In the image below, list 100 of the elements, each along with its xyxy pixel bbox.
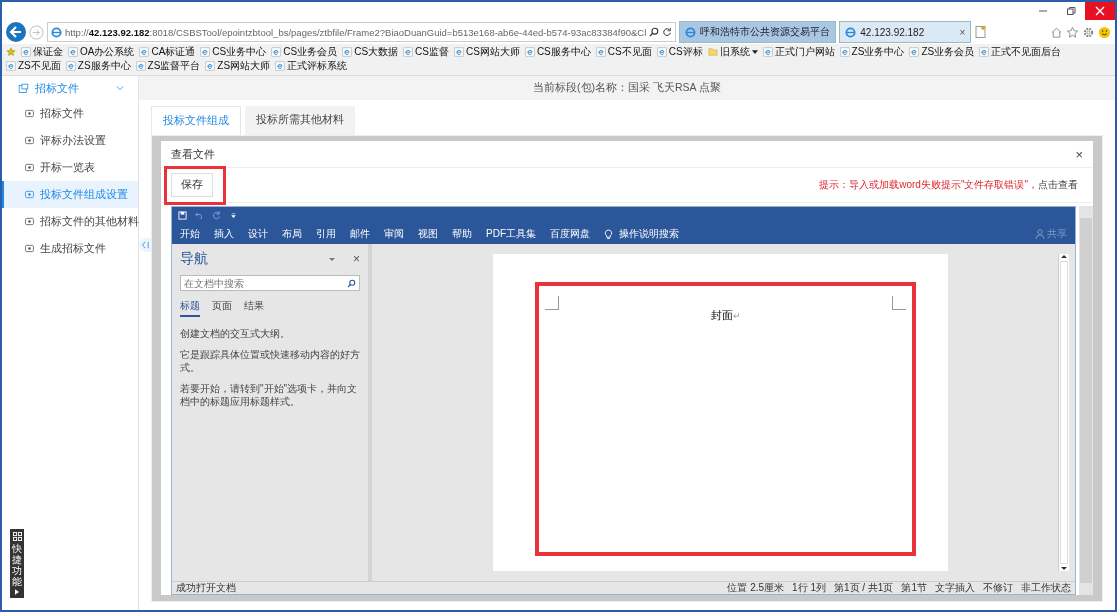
forward-icon[interactable] (29, 24, 44, 40)
dialog-scrollbar[interactable] (1079, 206, 1093, 595)
search-field[interactable]: 在文档中搜索 (180, 275, 360, 291)
bookmark-link[interactable]: 正式不见面后台 (979, 45, 1062, 59)
sidebar-item[interactable]: 招标文件的其他材料 (2, 208, 138, 235)
bookmark-link[interactable]: CS业务中心 (200, 45, 267, 59)
undo-icon[interactable] (195, 211, 204, 220)
quick-functions-tab[interactable]: 快捷功能 (10, 529, 24, 598)
ie-page-icon (135, 61, 146, 71)
bookmark-link[interactable]: ZS不见面 (6, 59, 61, 73)
bookmark-link[interactable]: ZS业务中心 (839, 45, 905, 59)
ie-page-icon (909, 47, 920, 57)
menu-item-icon (24, 243, 35, 254)
ie-page-icon (762, 47, 773, 57)
close-pane-button[interactable]: × (353, 252, 360, 266)
grid-icon (12, 532, 22, 541)
close-button[interactable]: × (1075, 146, 1083, 162)
bookmark-link[interactable]: CS监督 (403, 45, 449, 59)
ribbon-tab[interactable]: 视图 (418, 227, 438, 241)
ie-page-icon (205, 61, 216, 71)
save-button[interactable]: 保存 (171, 172, 213, 197)
status-text: 位置 2.5厘米 (727, 581, 785, 595)
bookmark-link[interactable]: CS服务中心 (524, 45, 591, 59)
search-icon[interactable] (649, 27, 660, 37)
bookmark-link[interactable]: 正式门户网站 (762, 45, 835, 59)
sidebar-item[interactable]: 评标办法设置 (2, 127, 138, 154)
bookmark-link[interactable]: ZS业务会员 (909, 45, 975, 59)
pane-tab[interactable]: 页面 (212, 299, 232, 317)
content-tab[interactable]: 投标所需其他材料 (245, 106, 355, 135)
hint-text: 提示：导入或加载word失败提示"文件存取错误"， (819, 178, 1038, 192)
bookmark-link[interactable]: CS评标 (656, 45, 703, 59)
vertical-scrollbar[interactable] (1058, 254, 1069, 571)
menu-item-icon (24, 189, 35, 200)
bookmark-link[interactable]: ZS监督平台 (135, 59, 201, 73)
bookmark-link[interactable]: OA办公系统 (68, 45, 135, 59)
bookmark-link[interactable]: CS业务会员 (271, 45, 338, 59)
sidebar-item[interactable]: 招标文件 (2, 100, 138, 127)
sidebar-section-header[interactable]: 招标文件 (2, 76, 138, 100)
bookmark-link[interactable]: CS不见面 (595, 45, 652, 59)
ie-page-icon (6, 61, 16, 71)
sidebar-item[interactable]: 开标一览表 (2, 154, 138, 181)
bookmark-link[interactable]: CS网站大师 (454, 45, 520, 59)
pane-tab[interactable]: 结果 (244, 299, 264, 317)
person-icon (1035, 229, 1045, 239)
scroll-up-icon[interactable] (1061, 254, 1067, 259)
navigation-pane-title: 导航 (180, 250, 208, 268)
settings-icon[interactable] (1082, 25, 1095, 39)
bookmark-link[interactable]: ZS服务中心 (65, 59, 131, 73)
save-icon[interactable] (178, 211, 187, 220)
browser-tab[interactable]: 呼和浩特市公共资源交易平台 (679, 21, 837, 43)
ie-page-icon (595, 47, 606, 57)
ribbon-tab[interactable]: 布局 (282, 227, 302, 241)
ie-page-icon (839, 47, 850, 57)
ribbon-tab[interactable]: 引用 (316, 227, 336, 241)
ie-page-icon (403, 47, 414, 57)
ribbon-tab[interactable]: 帮助 (452, 227, 472, 241)
customize-caret-icon[interactable] (229, 211, 238, 220)
browser-tab[interactable]: 42.123.92.182 × (839, 21, 972, 43)
ribbon-tab[interactable]: 邮件 (350, 227, 370, 241)
favorites-star-icon[interactable] (6, 47, 16, 57)
close-window-button[interactable] (1085, 2, 1115, 20)
ribbon-tab[interactable]: PDF工具集 (486, 227, 536, 241)
sidebar-item[interactable]: 生成招标文件 (2, 235, 138, 262)
help-paragraph: 创建文档的交互式大纲。 (180, 327, 291, 340)
ie-page-icon (685, 26, 697, 38)
bookmark-link[interactable]: CS大数据 (342, 45, 399, 59)
home-icon[interactable] (1050, 25, 1063, 39)
content-tab[interactable]: 投标文件组成 (151, 106, 241, 135)
tell-me-search[interactable]: 操作说明搜索 (619, 227, 679, 241)
ie-page-icon (454, 47, 464, 57)
ribbon-tab[interactable]: 开始 (180, 227, 200, 241)
menu-item-icon (24, 135, 35, 146)
address-bar[interactable]: http://42.123.92.182:8018/CSBSTool/epointzbtool_bs/pages/ztbfile/Frame2?BiaoDuanGuid=b513e168-ab6e-44ed-b574-93ac83384f90&Cl (47, 22, 677, 42)
bookmark-link[interactable]: 旧系统 (707, 45, 758, 59)
redo-icon[interactable] (212, 211, 221, 220)
restore-icon[interactable] (1066, 6, 1076, 16)
search-icon (347, 278, 356, 288)
back-icon[interactable] (6, 22, 26, 42)
paragraph-mark: ↵ (732, 311, 741, 321)
bookmark-link[interactable]: 正式评标系统 (275, 59, 348, 73)
ribbon-tab[interactable]: 百度网盘 (550, 227, 590, 241)
ribbon-tab[interactable]: 设计 (248, 227, 268, 241)
collapse-sidebar-handle[interactable] (139, 238, 151, 252)
bookmark-link[interactable]: CA标证通 (139, 45, 196, 59)
new-tab-icon[interactable] (974, 25, 989, 39)
close-tab-button[interactable]: × (959, 26, 966, 38)
pane-tab[interactable]: 标题 (180, 299, 200, 317)
star-icon[interactable] (1066, 25, 1079, 39)
dropdown-caret-icon[interactable] (329, 256, 335, 262)
ie-page-icon (68, 47, 78, 57)
status-text: 不修订 (983, 581, 1013, 595)
view-link[interactable]: 点击查看 (1038, 178, 1078, 192)
bookmark-link[interactable]: 保证金 (21, 45, 63, 59)
refresh-icon[interactable] (662, 27, 673, 37)
smiley-icon[interactable] (1098, 25, 1111, 39)
ribbon-tab[interactable]: 审阅 (384, 227, 404, 241)
close-icon (1095, 6, 1105, 16)
ribbon-tab[interactable]: 插入 (214, 227, 234, 241)
scroll-down-icon[interactable] (1061, 566, 1067, 571)
bookmark-link[interactable]: ZS网站大师 (205, 59, 271, 73)
